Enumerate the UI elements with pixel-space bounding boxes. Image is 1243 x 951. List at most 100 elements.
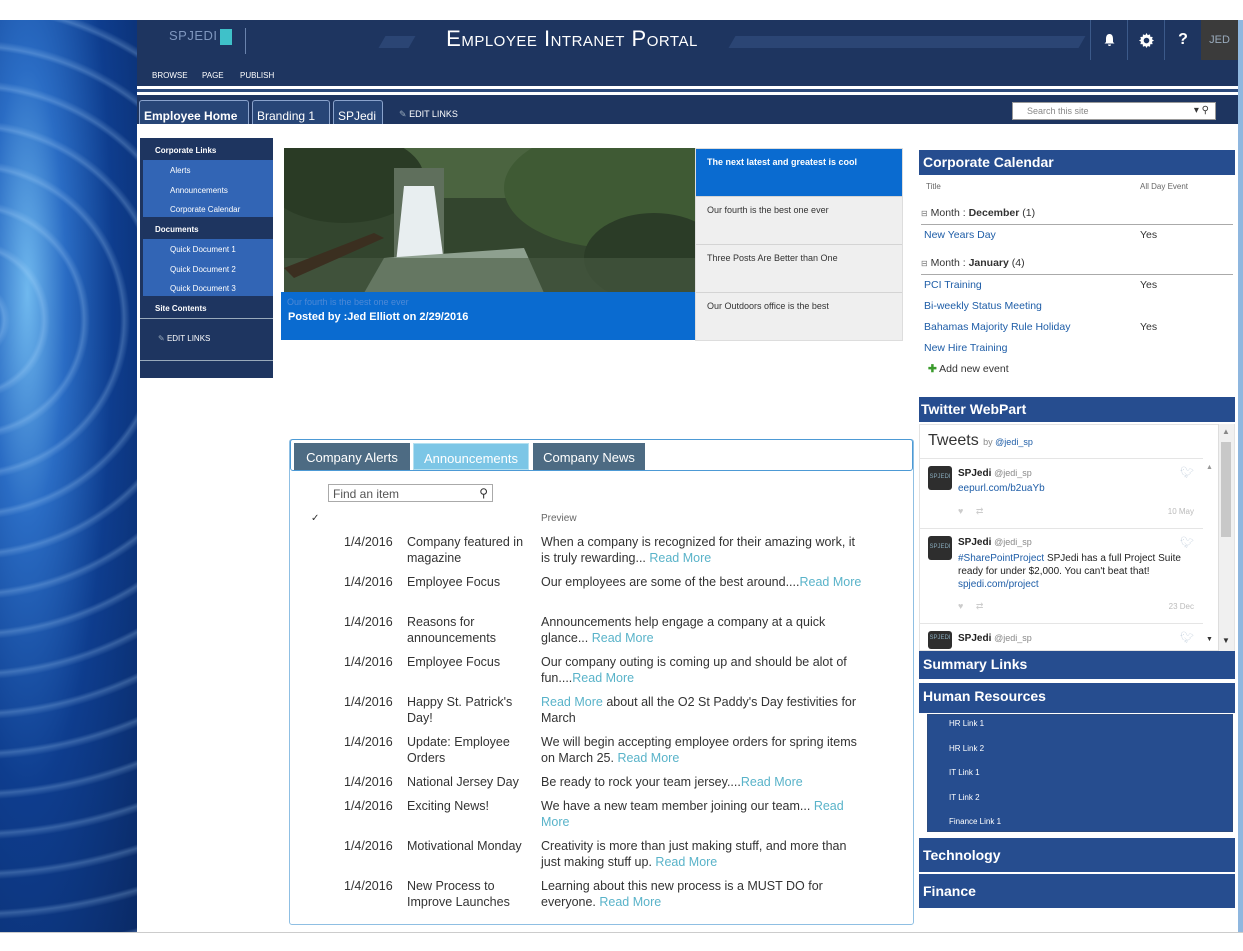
ql-corporate-links[interactable]: Corporate Links bbox=[155, 146, 216, 155]
read-more-link[interactable]: Read More bbox=[572, 671, 634, 685]
ql-announcements[interactable]: Announcements bbox=[170, 186, 228, 195]
read-more-link[interactable]: Read More bbox=[655, 855, 717, 869]
retweet-icon[interactable]: ⇄ bbox=[976, 506, 984, 516]
ribbon-page[interactable]: PAGE bbox=[202, 71, 224, 80]
calendar-event[interactable]: Bahamas Majority Rule Holiday bbox=[924, 321, 1070, 333]
calendar-group-december[interactable]: ⊟ Month : December (1) bbox=[921, 207, 1035, 219]
hr-link[interactable]: HR Link 2 bbox=[949, 744, 984, 753]
read-more-link[interactable]: Read More bbox=[741, 775, 803, 789]
hr-link[interactable]: IT Link 1 bbox=[949, 768, 980, 777]
help-icon[interactable]: ? bbox=[1164, 20, 1201, 60]
ql-quick-document-1[interactable]: Quick Document 1 bbox=[170, 245, 236, 254]
ribbon-browse[interactable]: BROWSE bbox=[152, 71, 188, 80]
tab-branding-1[interactable]: Branding 1 bbox=[252, 100, 330, 124]
announcement-title[interactable]: Employee Focus bbox=[407, 574, 535, 590]
select-all-checkbox[interactable]: ✓ bbox=[311, 513, 319, 524]
collapse-icon[interactable]: ⊟ bbox=[921, 209, 928, 218]
read-more-link[interactable]: Read More bbox=[617, 751, 679, 765]
announcement-title[interactable]: Employee Focus bbox=[407, 654, 535, 670]
calendar-group-january[interactable]: ⊟ Month : January (4) bbox=[921, 257, 1025, 269]
ql-alerts[interactable]: Alerts bbox=[170, 166, 190, 175]
tweet-author[interactable]: SPJedi @jedi_sp bbox=[958, 468, 1032, 479]
human-resources-header[interactable]: Human Resources bbox=[919, 683, 1235, 713]
read-more-link[interactable]: Read More bbox=[799, 575, 861, 589]
collapse-icon[interactable]: ⊟ bbox=[921, 259, 928, 268]
announcement-title[interactable]: National Jersey Day bbox=[407, 774, 535, 790]
tweet-avatar[interactable]: SPJEDI bbox=[928, 536, 952, 560]
twitter-bird-icon[interactable]: 🐦︎ bbox=[1180, 631, 1194, 644]
tweet-avatar[interactable]: SPJEDI bbox=[928, 631, 952, 649]
inner-scroll-down-icon[interactable]: ▼ bbox=[1206, 636, 1213, 643]
announcement-title[interactable]: New Process to Improve Launches bbox=[407, 878, 535, 910]
search-icon[interactable]: ⚲ bbox=[1202, 105, 1209, 116]
read-more-link[interactable]: Read More bbox=[592, 631, 654, 645]
calendar-col-title[interactable]: Title bbox=[926, 182, 941, 191]
ribbon-publish[interactable]: PUBLISH bbox=[240, 71, 274, 80]
twitter-scroll-thumb[interactable] bbox=[1221, 442, 1231, 537]
nav-edit-links[interactable]: ✎ EDIT LINKS bbox=[399, 109, 458, 120]
tab-company-alerts[interactable]: Company Alerts bbox=[294, 443, 410, 470]
announcement-title[interactable]: Exciting News! bbox=[407, 798, 535, 814]
tweet-hashtag[interactable]: #SharePointProject bbox=[958, 553, 1044, 564]
avatar[interactable]: JED bbox=[1201, 20, 1238, 60]
search-icon[interactable]: ⚲ bbox=[479, 486, 488, 500]
inner-scroll-up-icon[interactable]: ▲ bbox=[1206, 464, 1213, 471]
hero-waterfall-image[interactable] bbox=[284, 148, 695, 293]
ql-quick-document-2[interactable]: Quick Document 2 bbox=[170, 265, 236, 274]
tweet-author[interactable]: SPJedi @jedi_sp bbox=[958, 537, 1032, 548]
hero-slide-item[interactable]: Our fourth is the best one ever bbox=[696, 197, 902, 245]
tab-spjedi[interactable]: SPJedi bbox=[333, 100, 383, 124]
announcement-title[interactable]: Motivational Monday bbox=[407, 838, 535, 854]
tweet-avatar[interactable]: SPJEDI bbox=[928, 466, 952, 490]
announcement-title[interactable]: Update: Employee Orders bbox=[407, 734, 535, 766]
retweet-icon[interactable]: ⇄ bbox=[976, 601, 984, 611]
hr-link[interactable]: HR Link 1 bbox=[949, 719, 984, 728]
tab-announcements[interactable]: Announcements bbox=[413, 443, 529, 470]
summary-links-title[interactable]: Summary Links bbox=[919, 651, 1235, 679]
tweet-author[interactable]: SPJedi @jedi_sp bbox=[958, 633, 1032, 644]
hero-slide-item[interactable]: Our Outdoors office is the best bbox=[696, 293, 902, 341]
read-more-link[interactable]: Read More bbox=[649, 551, 711, 565]
tweet-date[interactable]: 23 Dec bbox=[1150, 602, 1194, 611]
announcement-title[interactable]: Happy St. Patrick's Day! bbox=[407, 694, 535, 726]
announcement-title[interactable]: Reasons for announcements bbox=[407, 614, 535, 646]
scroll-up-icon[interactable]: ▲ bbox=[1222, 427, 1230, 436]
calendar-col-allday[interactable]: All Day Event bbox=[1140, 182, 1188, 191]
add-new-event-link[interactable]: ✚ Add new event bbox=[928, 363, 1009, 375]
site-logo[interactable]: SPJEDI bbox=[169, 28, 232, 45]
tweet-link[interactable]: eepurl.com/b2uaYb bbox=[958, 483, 1045, 494]
ql-edit-links[interactable]: ✎ EDIT LINKS bbox=[158, 334, 210, 343]
hero-slide-item[interactable]: Three Posts Are Better than One bbox=[696, 245, 902, 293]
tab-company-news[interactable]: Company News bbox=[533, 443, 645, 470]
calendar-event[interactable]: New Years Day bbox=[924, 229, 996, 241]
read-more-link[interactable]: Read More bbox=[541, 695, 603, 709]
finance-header[interactable]: Finance bbox=[919, 874, 1235, 908]
ql-site-contents[interactable]: Site Contents bbox=[155, 304, 207, 313]
technology-header[interactable]: Technology bbox=[919, 838, 1235, 872]
site-search-input[interactable]: Search this site ▾ ⚲ bbox=[1012, 102, 1216, 120]
bell-icon[interactable] bbox=[1090, 20, 1127, 60]
gear-icon[interactable] bbox=[1127, 20, 1164, 60]
hr-link[interactable]: Finance Link 1 bbox=[949, 817, 1001, 826]
ql-quick-document-3[interactable]: Quick Document 3 bbox=[170, 284, 236, 293]
hero-slide-item[interactable]: The next latest and greatest is cool bbox=[696, 149, 902, 197]
read-more-link[interactable]: Read More bbox=[599, 895, 661, 909]
find-item-input[interactable]: Find an item ⚲ bbox=[328, 484, 493, 502]
like-icon[interactable]: ♥ bbox=[958, 601, 963, 611]
calendar-event[interactable]: New Hire Training bbox=[924, 342, 1007, 354]
calendar-event[interactable]: Bi-weekly Status Meeting bbox=[924, 300, 1042, 312]
hr-link[interactable]: IT Link 2 bbox=[949, 793, 980, 802]
tweet-date[interactable]: 10 May bbox=[1150, 507, 1194, 516]
twitter-bird-icon[interactable]: 🐦︎ bbox=[1180, 536, 1194, 549]
scroll-down-icon[interactable]: ▼ bbox=[1222, 636, 1230, 645]
tab-employee-home[interactable]: Employee Home bbox=[139, 100, 249, 124]
like-icon[interactable]: ♥ bbox=[958, 506, 963, 516]
tweets-handle-link[interactable]: @jedi_sp bbox=[995, 437, 1033, 447]
calendar-event[interactable]: PCI Training bbox=[924, 279, 982, 291]
tweet-link[interactable]: spjedi.com/project bbox=[958, 579, 1039, 590]
announcement-title[interactable]: Company featured in magazine bbox=[407, 534, 535, 566]
ql-documents[interactable]: Documents bbox=[155, 225, 199, 234]
twitter-bird-icon[interactable]: 🐦︎ bbox=[1180, 466, 1194, 479]
dropdown-icon[interactable]: ▾ bbox=[1194, 105, 1199, 116]
ql-corporate-calendar[interactable]: Corporate Calendar bbox=[170, 205, 240, 214]
